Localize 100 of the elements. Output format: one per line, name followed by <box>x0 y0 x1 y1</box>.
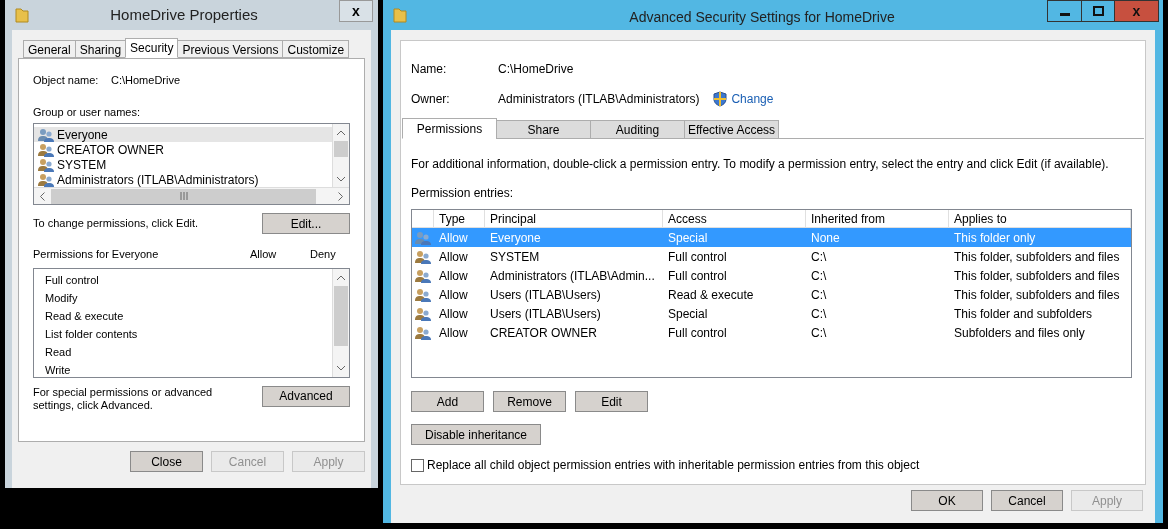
shield-icon <box>713 91 728 107</box>
object-name: C:\HomeDrive <box>498 61 574 78</box>
table-cell-text: Full control <box>667 324 728 342</box>
owner-name: Administrators (ITLAB\Administrators) <box>498 91 700 108</box>
table-row[interactable]: Allow Users (ITLAB\Users) Special C:\ This folder and subfolders <box>412 304 1131 323</box>
advanced-button[interactable]: Advanced <box>262 385 350 407</box>
tab[interactable]: Share <box>496 120 591 139</box>
users-icon <box>415 230 431 245</box>
permission-item: Full control <box>45 272 100 288</box>
table-cell-text: Allow <box>438 229 469 247</box>
table-cell-text: C:\ <box>810 248 828 266</box>
vertical-scrollbar[interactable] <box>332 124 349 187</box>
table-cell-text: Allow <box>438 267 469 285</box>
user-list-item[interactable]: Everyone <box>34 127 332 142</box>
horizontal-scrollbar[interactable] <box>34 187 349 204</box>
table-cell-text: Read & execute <box>667 286 755 304</box>
field-label: Object name: <box>33 73 100 88</box>
table-cell-text: Subfolders and files only <box>953 324 1086 342</box>
table-row[interactable]: Allow Users (ITLAB\Users) Read & execute C:\ This folder, subfolders and files <box>412 285 1131 304</box>
table-cell-text: Allow <box>438 286 469 304</box>
table-cell-text: This folder only <box>953 229 1037 247</box>
table-cell-text: Full control <box>667 267 728 285</box>
section-label: Permission entries: <box>411 185 514 202</box>
column-header[interactable]: Applies to <box>949 210 1131 227</box>
users-icon <box>38 127 54 142</box>
column-header[interactable]: Principal <box>485 210 663 227</box>
users-icon <box>415 325 431 340</box>
maximize-icon <box>1092 6 1104 16</box>
column-header[interactable]: Access <box>663 210 806 227</box>
permission-item: Write <box>45 362 72 378</box>
table-cell-text: CREATOR OWNER <box>489 324 598 342</box>
table-cell-text: Allow <box>438 305 469 323</box>
table-cell-text: C:\ <box>810 286 828 304</box>
column-header[interactable]: Type <box>434 210 485 227</box>
folder-icon <box>393 7 407 23</box>
user-list-item[interactable]: SYSTEM <box>34 157 332 172</box>
table-cell-text: SYSTEM <box>489 248 541 266</box>
table-cell-text: This folder, subfolders and files <box>953 248 1121 266</box>
change-link[interactable]: Change <box>731 90 774 108</box>
checkbox-label: Replace all child object permission entries with inheritable permission entries from this object <box>427 457 920 474</box>
table-row[interactable]: Allow SYSTEM Full control C:\ This folder, subfolders and files <box>412 247 1131 266</box>
entry-button[interactable]: Remove <box>493 391 566 412</box>
tab[interactable]: Effective Access <box>684 120 779 139</box>
table-cell-text: Special <box>667 305 709 323</box>
permission-item: Read & execute <box>45 308 125 324</box>
table-row[interactable]: Allow Administrators (ITLAB\Admin... Full control C:\ This folder, subfolders and files <box>412 266 1131 285</box>
window-close-button[interactable]: x <box>1114 1 1158 21</box>
dialog-button[interactable]: Cancel <box>991 490 1063 511</box>
dialog-button[interactable]: OK <box>911 490 983 511</box>
hint-text: For special permissions or advanced settings, click Advanced. <box>33 385 214 412</box>
entry-button[interactable]: Edit <box>575 391 648 412</box>
table-row[interactable]: Allow CREATOR OWNER Full control C:\ Subfolders and files only <box>412 323 1131 342</box>
dialog-button[interactable]: Close <box>130 451 203 472</box>
entry-button[interactable]: Add <box>411 391 484 412</box>
users-icon <box>415 306 431 321</box>
tab[interactable]: Customize <box>282 40 350 58</box>
table-cell-text: Users (ITLAB\Users) <box>489 286 602 304</box>
table-cell-text: None <box>810 229 841 247</box>
users-icon <box>415 268 431 283</box>
hint-text: To change permissions, click Edit. <box>33 216 199 232</box>
table-cell-text: This folder, subfolders and files <box>953 286 1121 304</box>
table-cell-text: Full control <box>667 248 728 266</box>
edit-button[interactable]: Edit... <box>262 213 350 234</box>
column-header: Allow <box>250 247 278 262</box>
grip-icon <box>179 192 188 200</box>
tab[interactable]: Auditing <box>590 120 685 139</box>
object-name: C:\HomeDrive <box>111 73 181 88</box>
users-icon <box>38 142 54 157</box>
tab[interactable]: Security <box>125 38 179 58</box>
tab[interactable]: Sharing <box>74 40 127 58</box>
column-header[interactable]: Inherited from <box>806 210 949 227</box>
table-cell-text: Administrators (ITLAB\Admin... <box>489 267 656 285</box>
vertical-scrollbar[interactable] <box>332 268 349 377</box>
table-cell-text: C:\ <box>810 267 828 285</box>
column-header: Deny <box>310 247 337 262</box>
tab[interactable]: General <box>23 40 76 58</box>
field-label: Name: <box>411 61 448 78</box>
permission-item: List folder contents <box>45 326 139 342</box>
info-text: For additional information, double-click a permission entry. To modify a permission entry, select the entry and click Edit (if available). <box>411 156 1110 173</box>
window-title: Advanced Security Settings for HomeDrive <box>628 8 896 27</box>
minimize-icon <box>1059 13 1070 16</box>
checkbox[interactable] <box>411 458 424 472</box>
tab[interactable]: Previous Versions <box>177 40 284 58</box>
user-list-item[interactable]: Administrators (ITLAB\Administrators) <box>34 172 332 187</box>
tab[interactable]: Permissions <box>402 118 497 139</box>
folder-icon <box>15 7 29 23</box>
disable-inheritance-button[interactable]: Disable inheritance <box>411 424 541 445</box>
table-cell-text: This folder, subfolders and files <box>953 267 1121 285</box>
table-cell-text: Allow <box>438 324 469 342</box>
users-icon <box>415 249 431 264</box>
section-label: Group or user names: <box>33 104 140 120</box>
table-cell-text: Allow <box>438 248 469 266</box>
table-cell-text: C:\ <box>810 324 828 342</box>
permission-item: Read <box>45 344 73 360</box>
user-list-item[interactable]: CREATOR OWNER <box>34 142 332 157</box>
section-label: Permissions for Everyone <box>33 247 160 262</box>
window-close-button[interactable]: x <box>339 0 373 22</box>
table-cell-text: Everyone <box>489 229 542 247</box>
table-cell-text: This folder and subfolders <box>953 305 1094 323</box>
users-icon <box>415 287 431 302</box>
